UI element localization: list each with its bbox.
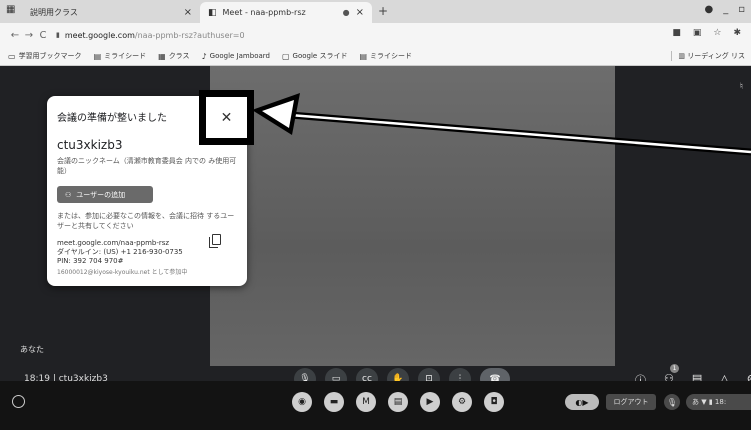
camera-icon[interactable]: ■ <box>672 28 681 38</box>
participant-count-badge: 1 <box>670 364 679 373</box>
bookmarks-bar: ▭ 学習用ブックマーク ▤ ミライシード ▦ クラス ♪ Google Jamboard… <box>0 47 751 66</box>
url-path: /naa-ppmb-rsz?authuser=0 <box>134 30 245 40</box>
bookmark-item[interactable]: ▢ Google スライド <box>282 51 347 61</box>
status-tray[interactable]: あ ▼ ▮ 18: <box>686 394 751 410</box>
close-icon[interactable]: × <box>184 7 192 18</box>
reading-list-button[interactable]: ▥ リーディング リス <box>671 51 745 61</box>
url-field[interactable]: ▮ meet.google.com/naa-ppmb-rsz?authuser=… <box>56 26 245 44</box>
bookmark-label: ミライシード <box>370 52 413 60</box>
nickname-note: 会議のニックネーム（清瀬市教育委員会 内での み使用可能） <box>57 157 237 175</box>
close-icon: ✕ <box>220 109 233 126</box>
recording-dot-icon: ● <box>342 8 350 17</box>
mic-status-icon[interactable]: 🎙 <box>664 394 680 410</box>
arrow-shaft-highlight <box>289 113 751 154</box>
copy-icon[interactable] <box>209 234 221 248</box>
back-icon[interactable]: ← <box>8 30 22 41</box>
minimize-icon[interactable]: _ <box>723 4 728 15</box>
bookmark-label: Google Jamboard <box>209 52 270 60</box>
profile-icon[interactable]: ● <box>704 4 713 15</box>
annotation-arrow <box>252 93 751 156</box>
tab-class[interactable]: 説明用クラス × <box>22 2 200 23</box>
person-add-icon: ⚇ <box>65 190 72 199</box>
bookmark-item[interactable]: ▤ ミライシード <box>359 51 412 61</box>
self-name-label: あなた <box>20 345 44 354</box>
logout-button[interactable]: ログアウト <box>606 394 656 410</box>
panel-close-button[interactable]: ✕ <box>199 90 254 145</box>
window-controls: ● _ ▫ <box>704 4 745 15</box>
new-tab-button[interactable]: + <box>378 4 388 18</box>
puzzle-icon[interactable]: ✱ <box>733 28 741 38</box>
youtube-icon[interactable]: ▶ <box>420 392 440 412</box>
reading-list-icon: ▥ <box>678 52 688 60</box>
tab-label: Meet - naa-ppmb-rsz <box>222 8 306 17</box>
bookmark-item[interactable]: ▭ 学習用ブックマーク <box>8 51 82 61</box>
bookmark-item[interactable]: ♪ Google Jamboard <box>202 52 270 61</box>
gmail-icon[interactable]: M <box>356 392 376 412</box>
calendar-icon: ▦ <box>6 4 16 15</box>
bookmark-label: Google スライド <box>292 52 348 60</box>
bookmark-item[interactable]: ▦ クラス <box>158 51 189 61</box>
close-icon[interactable]: × <box>356 7 364 18</box>
bookmark-label: クラス <box>168 52 190 60</box>
files-icon[interactable]: ▬ <box>324 392 344 412</box>
dial-in-number: ダイヤルイン: (US) +1 216-930-0735 <box>57 248 183 256</box>
ime-indicator-icon[interactable]: ◐▶ <box>565 394 599 410</box>
settings-icon[interactable]: ⚙ <box>452 392 472 412</box>
tray-text: あ ▼ ▮ 18: <box>692 398 727 406</box>
mirai-icon: ▤ <box>93 51 102 61</box>
address-bar: ← → C ▮ meet.google.com/naa-ppmb-rsz?aut… <box>0 23 751 47</box>
maximize-icon[interactable]: ▫ <box>738 4 745 15</box>
star-icon[interactable]: ☆ <box>713 28 721 38</box>
launcher-icon[interactable] <box>12 395 25 408</box>
reload-icon[interactable]: C <box>36 30 50 41</box>
address-bar-icons: ■ ▣ ☆ ✱ <box>672 28 741 38</box>
add-user-button[interactable]: ⚇ ユーザーの追加 <box>57 186 153 203</box>
mirai-icon: ▤ <box>359 51 368 61</box>
bookmark-label: 学習用ブックマーク <box>18 52 82 60</box>
url-host: meet.google.com <box>64 30 135 40</box>
folder-icon: ▭ <box>8 51 16 61</box>
extension-icon[interactable]: ▣ <box>693 28 702 38</box>
chrome-icon[interactable]: ◉ <box>292 392 312 412</box>
jamboard-icon: ♪ <box>201 51 207 61</box>
meeting-pin: PIN: 392 704 970# <box>57 257 124 265</box>
docs-icon[interactable]: ▤ <box>388 392 408 412</box>
meet-icon: ◧ <box>208 7 217 18</box>
tab-label: 説明用クラス <box>30 8 78 17</box>
add-user-label: ユーザーの追加 <box>76 190 126 199</box>
reading-list-label: リーディング リス <box>687 52 745 60</box>
camera-app-icon[interactable]: ◘ <box>484 392 504 412</box>
forward-icon[interactable]: → <box>22 30 36 41</box>
classroom-icon: ▦ <box>158 51 166 61</box>
bookmark-label: ミライシード <box>104 52 147 60</box>
share-instructions: または、参加に必要なこの情報を、会議に招待 するユーザーと共有してください <box>57 212 235 230</box>
lock-icon: ▮ <box>56 31 60 39</box>
pinned-apps: ◉ ▬ M ▤ ▶ ⚙ ◘ <box>292 392 504 412</box>
tab-strip: ▦ 説明用クラス × ◧ Meet - naa-ppmb-rsz ● × + ●… <box>0 0 751 23</box>
os-shelf: ◉ ▬ M ▤ ▶ ⚙ ◘ ◐▶ ログアウト 🎙 あ ▼ ▮ 18: <box>0 381 751 430</box>
slides-icon: ▢ <box>281 51 290 61</box>
bookmark-item[interactable]: ▤ ミライシード <box>94 51 147 61</box>
joined-as: 16000012@kiyose-kyouiku.net として参加中 <box>57 269 188 276</box>
tab-meet[interactable]: ◧ Meet - naa-ppmb-rsz ● × <box>200 2 372 23</box>
